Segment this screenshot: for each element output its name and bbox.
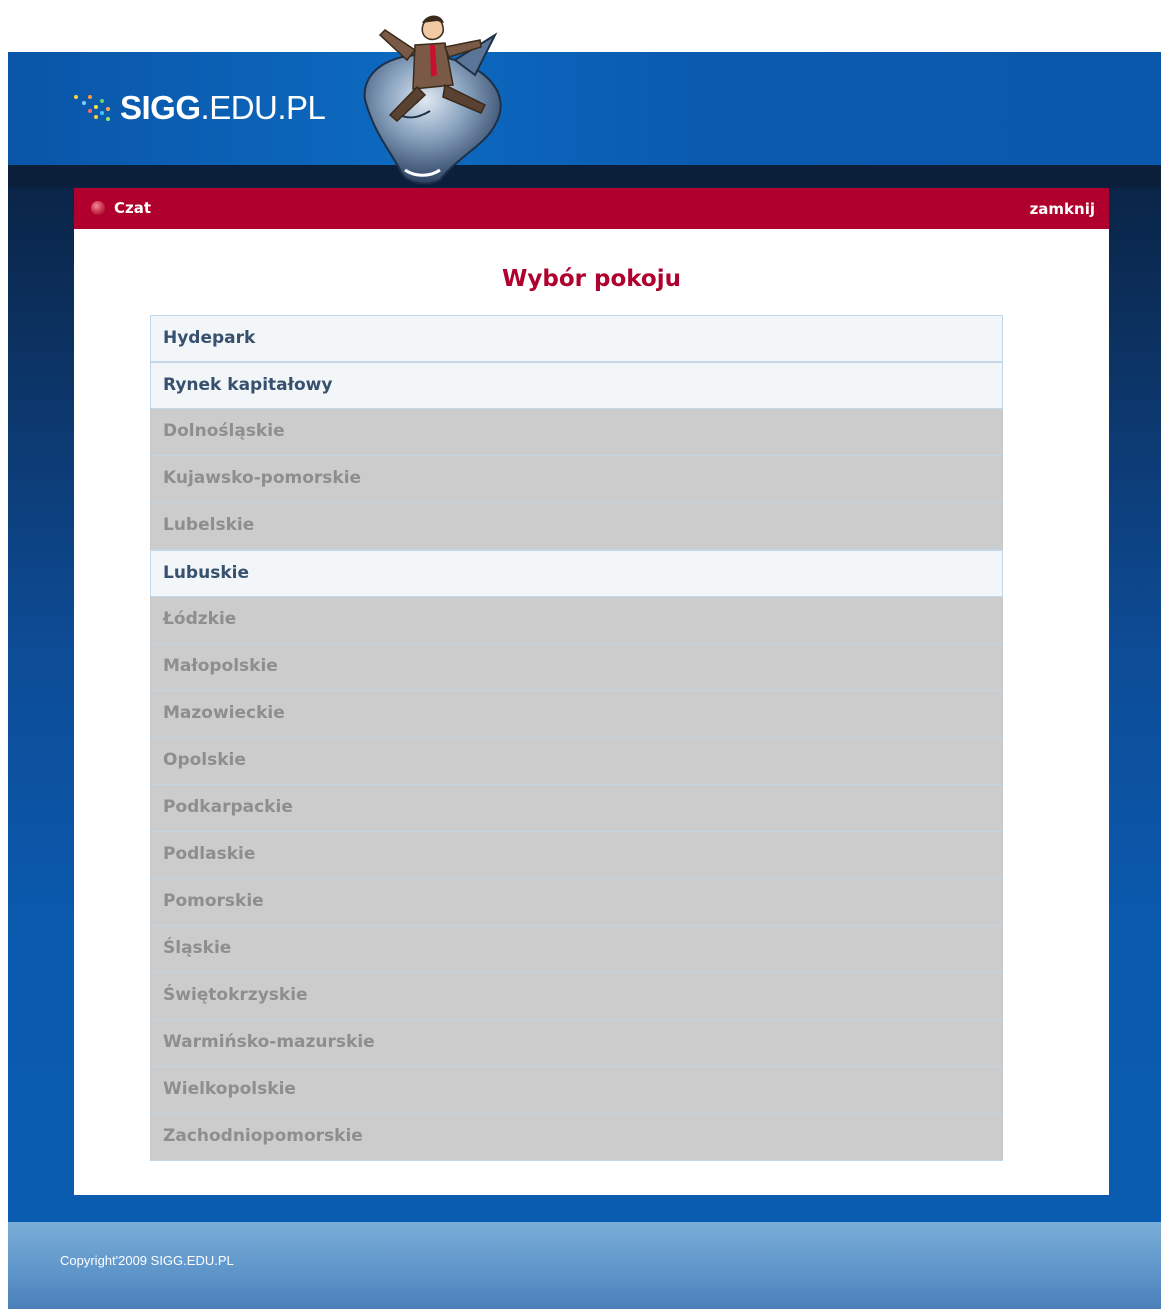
room-item: Podlaskie [150, 832, 1003, 879]
room-item[interactable]: Rynek kapitałowy [150, 362, 1003, 409]
logo-bold: SIGG [120, 89, 201, 126]
room-item: Małopolskie [150, 644, 1003, 691]
room-item: Lubelskie [150, 503, 1003, 550]
room-item: Wielkopolskie [150, 1067, 1003, 1114]
room-item: Mazowieckie [150, 691, 1003, 738]
red-dot-icon [91, 201, 105, 215]
room-item: Pomorskie [150, 879, 1003, 926]
room-item[interactable]: Lubuskie [150, 550, 1003, 597]
page-title: Wybór pokoju [502, 266, 681, 292]
dots-logo-icon [72, 93, 112, 123]
chat-title-bar: Czat zamknij [74, 188, 1109, 229]
chat-panel: Czat zamknij Wybór pokoju Hydepark Rynek … [74, 188, 1109, 1195]
room-item[interactable]: Hydepark [150, 315, 1003, 362]
header-band [8, 165, 1161, 187]
site-logo[interactable]: SIGG.EDU.PL [72, 84, 326, 132]
room-item: Dolnośląskie [150, 409, 1003, 456]
room-item: Kujawsko-pomorskie [150, 456, 1003, 503]
chat-title: Czat [91, 199, 151, 217]
room-item: Zachodniopomorskie [150, 1114, 1003, 1161]
shark-rider-mascot [363, 15, 502, 185]
room-item: Łódzkie [150, 597, 1003, 644]
chat-title-label: Czat [114, 199, 152, 217]
room-item: Świętokrzyskie [150, 973, 1003, 1020]
room-list: Hydepark Rynek kapitałowy Dolnośląskie Kuja… [150, 315, 1003, 1161]
close-link[interactable]: zamknij [1030, 200, 1095, 218]
logo-rest: .EDU.PL [200, 89, 326, 126]
copyright-text: Copyright'2009 SIGG.EDU.PL [60, 1253, 234, 1268]
room-item: Opolskie [150, 738, 1003, 785]
logo-text: SIGG.EDU.PL [120, 89, 326, 127]
room-item: Śląskie [150, 926, 1003, 973]
room-item: Podkarpackie [150, 785, 1003, 832]
room-item: Warmińsko-mazurskie [150, 1020, 1003, 1067]
site-footer: Copyright'2009 SIGG.EDU.PL [8, 1222, 1161, 1309]
